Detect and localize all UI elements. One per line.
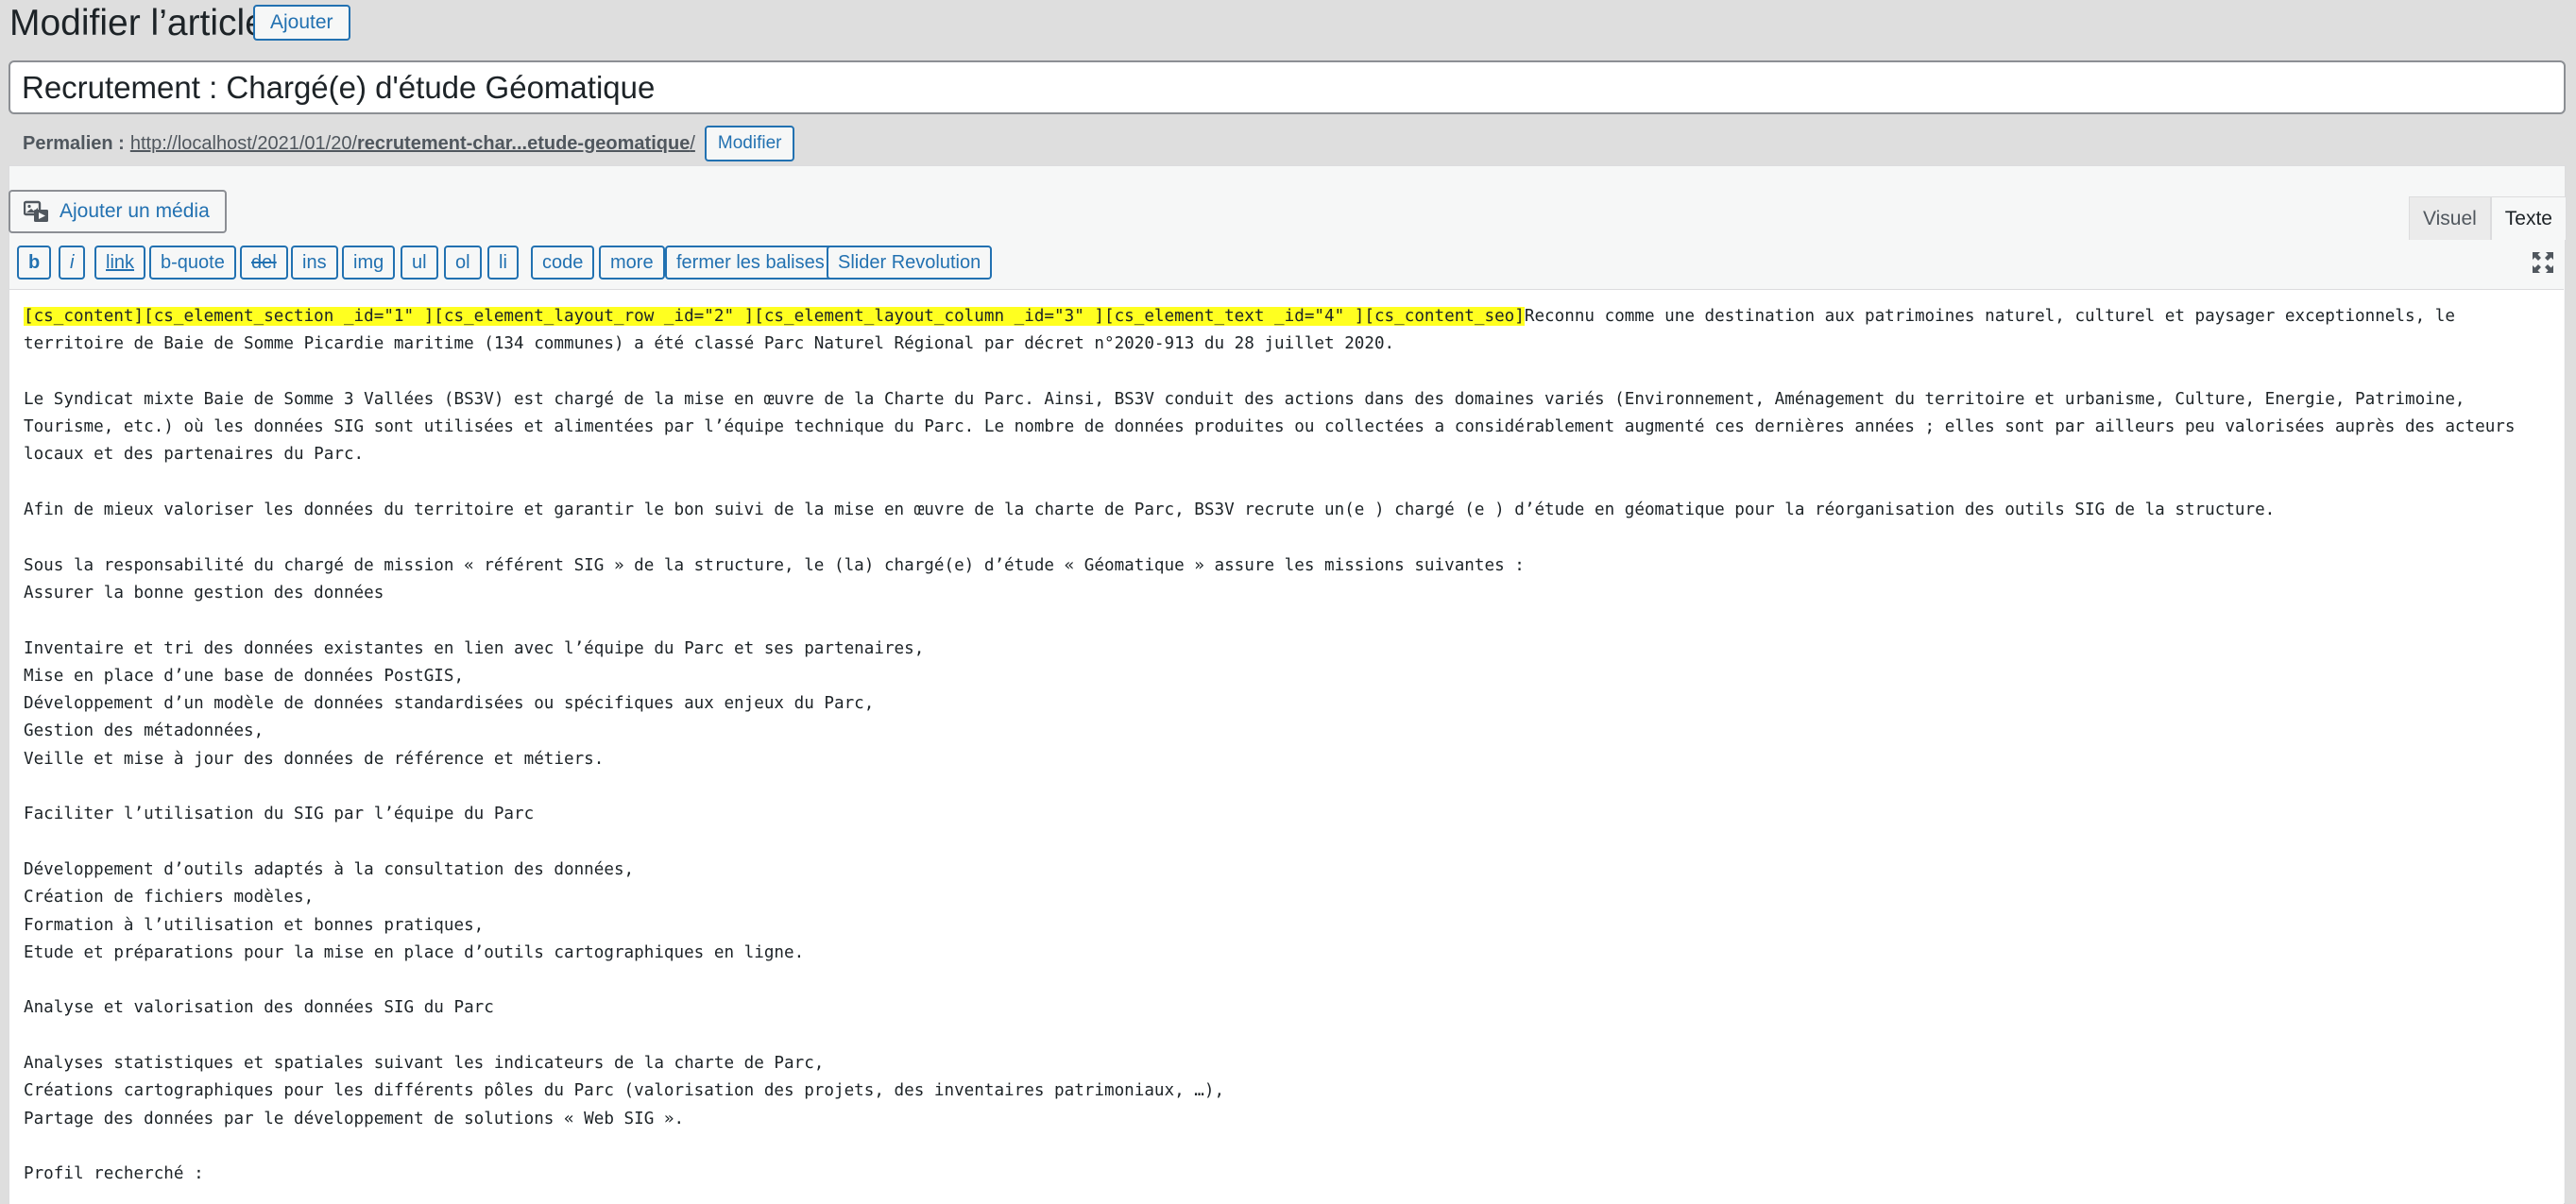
content-line: Afin de mieux valoriser les données du t… (24, 500, 2276, 520)
content-line: Sous la responsabilité du chargé de miss… (24, 555, 1525, 575)
content-line: Création de fichiers modèles, (24, 888, 315, 907)
content-line: Faciliter l’utilisation du SIG par l’équ… (24, 805, 535, 824)
content-line: Analyse et valorisation des données SIG … (24, 998, 494, 1018)
quicktag-ul-button[interactable]: ul (401, 246, 438, 280)
post-title-input[interactable]: Recrutement : Chargé(e) d'étude Géomatiq… (9, 60, 2566, 114)
page-title: Modifier l’article (9, 3, 265, 43)
quicktag-blockquote-button[interactable]: b-quote (149, 246, 236, 280)
content-line: territoire de Baie de Somme Picardie mar… (24, 334, 1395, 354)
quicktag-italic-button[interactable]: i (59, 246, 86, 280)
editor-tabs: Visuel Texte (2408, 196, 2567, 240)
content-line: Le Syndicat mixte Baie de Somme 3 Vallée… (24, 389, 2465, 409)
content-paragraph: Analyse et valorisation des données SIG … (24, 994, 2550, 1022)
content-textarea[interactable]: [cs_content][cs_element_section _id="1" … (9, 290, 2564, 1204)
content-text: Reconnu comme une destination aux patrim… (1524, 307, 2455, 326)
content-line: Etude et préparations pour la mise en pl… (24, 942, 805, 962)
quicktag-code-button[interactable]: code (531, 246, 595, 280)
content-line: Mise en place d’une base de données Post… (24, 666, 465, 686)
fullscreen-icon[interactable] (2530, 249, 2556, 276)
quicktag-img-button[interactable]: img (342, 246, 396, 280)
content-paragraph: Développement d’outils adaptés à la cons… (24, 856, 2550, 967)
add-media-label: Ajouter un média (60, 200, 210, 222)
content-paragraph: Le Syndicat mixte Baie de Somme 3 Vallée… (24, 386, 2550, 469)
content-paragraph: Inventaire et tri des données existantes… (24, 636, 2550, 773)
content-paragraph: Profil recherché : (24, 1161, 2550, 1188)
add-media-button[interactable]: Ajouter un média (9, 190, 227, 233)
quicktag-del-button[interactable]: del (240, 246, 288, 280)
permalink-url-prefix: http://localhost/2021/01/20/ (129, 132, 358, 154)
content-line: Formation à l’utilisation et bonnes prat… (24, 915, 485, 935)
content-line: Développement d’un modèle de données sta… (24, 694, 875, 714)
content-paragraph: Sous la responsabilité du chargé de miss… (24, 552, 2550, 608)
add-new-button[interactable]: Ajouter (253, 5, 350, 41)
quicktag-bold-button[interactable]: b (17, 246, 52, 280)
content-line: Analyses statistiques et spatiales suiva… (24, 1054, 825, 1074)
permalink-link[interactable]: http://localhost/2021/01/20/recrutement-… (130, 133, 695, 155)
quicktag-more-button[interactable]: more (599, 246, 665, 280)
content-paragraph: Afin de mieux valoriser les données du t… (24, 497, 2550, 524)
content-line: Tourisme, etc.) où les données SIG sont … (24, 417, 2516, 437)
content-line: Profil recherché : (24, 1164, 204, 1184)
slider-revolution-button[interactable]: Slider Revolution (827, 246, 993, 280)
quicktag-ol-button[interactable]: ol (444, 246, 482, 280)
content-line: locaux et des partenaires du Parc. (24, 445, 365, 465)
content-line: Créations cartographiques pour les diffé… (24, 1081, 1225, 1101)
content-line: Gestion des métadonnées, (24, 721, 264, 741)
quicktag-ins-button[interactable]: ins (291, 246, 338, 280)
content-line: Développement d’outils adaptés à la cons… (24, 859, 635, 879)
content-line: Inventaire et tri des données existantes… (24, 638, 925, 658)
quicktag-close-tags-button[interactable]: fermer les balises (665, 246, 836, 280)
permalink-row: Permalien : http://localhost/2021/01/20/… (23, 125, 795, 162)
content-line: Partage des données par le développement… (24, 1109, 685, 1128)
content-line: Assurer la bonne gestion des données (24, 583, 384, 602)
content-paragraph: [cs_content][cs_element_section _id="1" … (24, 303, 2550, 359)
tab-texte[interactable]: Texte (2490, 196, 2567, 240)
quicktag-link-button[interactable]: link (94, 246, 146, 280)
edit-permalink-button[interactable]: Modifier (704, 126, 795, 161)
permalink-label: Permalien : (23, 132, 125, 154)
content-line: [cs_content][cs_element_section _id="1" … (24, 303, 2550, 331)
highlighted-shortcodes: [cs_content][cs_element_section _id="1" … (24, 307, 1525, 326)
tab-visuel[interactable]: Visuel (2408, 196, 2491, 240)
content-paragraph: Faciliter l’utilisation du SIG par l’équ… (24, 801, 2550, 828)
content-line: Veille et mise à jour des données de réf… (24, 749, 605, 769)
quicktag-li-button[interactable]: li (487, 246, 519, 280)
media-icon (24, 200, 48, 222)
permalink-url-slug: recrutement-char...etude-geomatique (357, 132, 691, 154)
content-paragraph: Analyses statistiques et spatiales suiva… (24, 1050, 2550, 1133)
permalink-url-suffix: / (690, 132, 695, 154)
quicktags-toolbar: b i link b-quote del ins img ul ol li co… (9, 242, 2564, 290)
